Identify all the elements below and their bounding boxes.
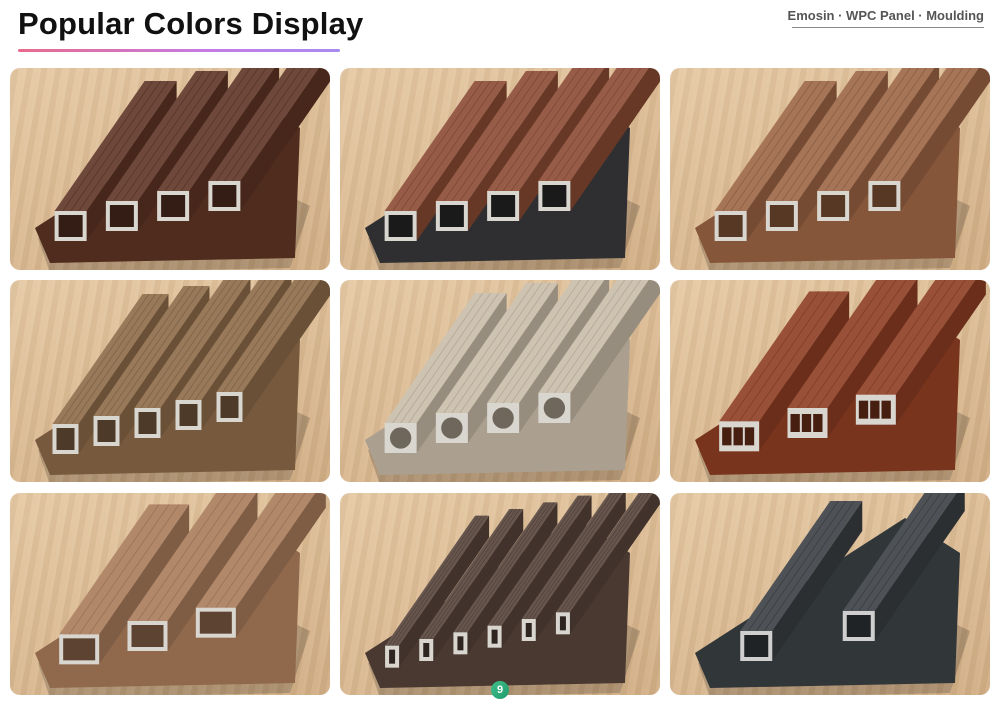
title-underline <box>18 49 340 52</box>
photo-light-cherry-panel[interactable] <box>10 493 330 695</box>
photo-dark-walnut-panel[interactable] <box>10 68 330 270</box>
photo-charcoal-panel[interactable] <box>670 493 990 695</box>
photo-oak-panel[interactable] <box>10 280 330 482</box>
product-photo-grid <box>10 68 990 695</box>
photo-teak-panel[interactable] <box>670 68 990 270</box>
photo-red-wood-on-black-panel[interactable] <box>340 68 660 270</box>
page-number-badge: 9 <box>491 681 509 699</box>
photo-chocolate-panel[interactable] <box>340 493 660 695</box>
brand-underline <box>792 27 984 28</box>
brand-caption: Emosin · WPC Panel · Moulding <box>787 8 984 23</box>
page-title: Popular Colors Display <box>18 6 364 41</box>
photo-grey-oak-panel[interactable] <box>340 280 660 482</box>
photo-red-mahogany-panel[interactable] <box>670 280 990 482</box>
